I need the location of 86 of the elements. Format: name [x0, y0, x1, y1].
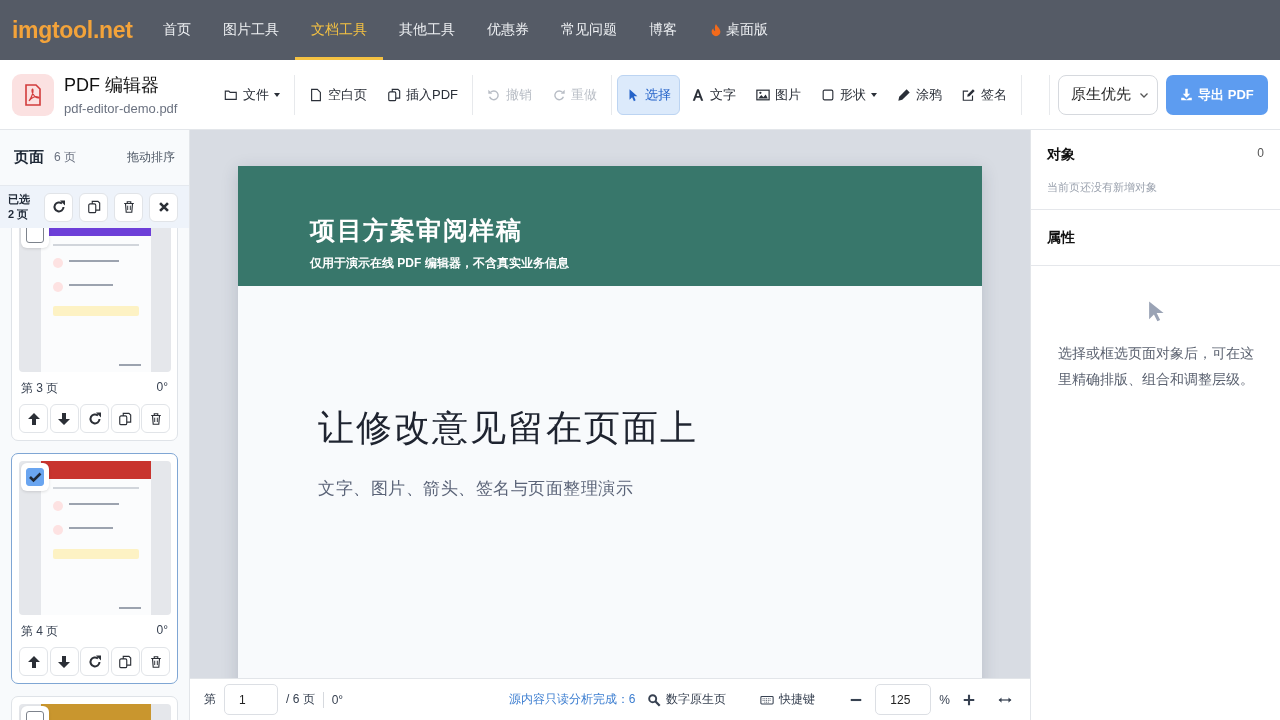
empty-properties-text: 选择或框选页面对象后，可在这里精确排版、组合和调整层级。 [1056, 344, 1255, 389]
delete-button[interactable] [141, 647, 170, 676]
mode-select[interactable]: 原生优先 [1058, 74, 1158, 115]
rotate-button[interactable] [80, 404, 109, 433]
rotate-button[interactable] [44, 192, 73, 222]
delete-button[interactable] [141, 404, 170, 433]
nav-link[interactable]: 首页 [146, 0, 207, 60]
trash-icon [148, 411, 163, 426]
page-total: / 6 页 [286, 691, 315, 708]
page-label: 第 3 页 [21, 380, 59, 397]
move-up-button[interactable] [19, 647, 48, 676]
move-up-button[interactable] [19, 404, 48, 433]
document-heading: 让修改意见留在页面上 [318, 406, 699, 450]
trash-icon [148, 654, 163, 669]
page-checkbox[interactable] [21, 463, 49, 491]
section-title: 属性 [1047, 229, 1075, 245]
page-card[interactable]: 第 4 页 0° [11, 453, 178, 684]
page-label: 第 4 页 [21, 623, 59, 640]
redo-icon [552, 87, 566, 102]
toolbar-button[interactable]: 插入PDF [378, 74, 467, 115]
zoom-field[interactable]: 125 [875, 684, 932, 715]
document-subtitle: 仅用于演示在线 PDF 编辑器，不含真实业务信息 [310, 255, 570, 272]
pdf-file-icon [12, 73, 54, 116]
toolbar-button[interactable]: 图片 [747, 74, 810, 115]
panel-title: 页面 [14, 148, 44, 167]
nav-link[interactable]: 桌面版 [692, 0, 784, 60]
blank-page-icon [309, 87, 323, 102]
rotation-value: 0° [331, 692, 344, 707]
file-name: pdf-editor-demo.pdf [64, 101, 178, 116]
pencil-icon [897, 87, 911, 102]
rotation-value: 0° [156, 380, 168, 396]
duplicate-button[interactable] [110, 647, 140, 676]
document-subheading: 文字、图片、箭头、签名与页面整理演示 [318, 478, 634, 500]
image-icon [756, 87, 770, 102]
copy-icon [118, 411, 132, 426]
toolbar-button[interactable]: 文件 [215, 74, 289, 115]
clear-selection-button[interactable] [149, 192, 178, 222]
nav-link[interactable]: 常见问题 [544, 0, 633, 60]
arrow-down-icon [56, 410, 72, 427]
nav-link[interactable]: 博客 [632, 0, 693, 60]
copy-icon [118, 654, 132, 669]
download-icon [1180, 88, 1194, 101]
move-down-button[interactable] [49, 647, 79, 676]
delete-button[interactable] [114, 192, 143, 222]
nav-link[interactable]: 优惠券 [470, 0, 545, 60]
move-down-button[interactable] [49, 404, 79, 433]
toolbar-button[interactable]: 形状 [812, 74, 886, 115]
page-type-button[interactable]: 数字原生页 [643, 691, 731, 708]
signature-icon [962, 87, 976, 102]
copy-icon [86, 200, 101, 214]
check-icon [28, 470, 42, 484]
duplicate-button[interactable] [110, 404, 140, 433]
sort-hint: 拖动排序 [127, 149, 175, 166]
folder-icon [224, 87, 238, 102]
page-card[interactable]: 第 3 页 0° [11, 228, 178, 441]
text-icon [691, 87, 705, 102]
page-prefix: 第 [204, 691, 216, 708]
object-count: 0 [1257, 146, 1264, 162]
nav-link[interactable]: 其他工具 [382, 0, 471, 60]
arrow-down-icon [56, 653, 72, 670]
rotate-button[interactable] [80, 647, 109, 676]
app-title: PDF 编辑器 [64, 74, 160, 97]
toolbar-button[interactable]: 签名 [953, 74, 1016, 115]
shortcuts-button[interactable]: 快捷键 [756, 691, 820, 708]
search-icon [647, 692, 662, 707]
empty-objects-text: 当前页还没有新增对象 [1047, 180, 1158, 195]
toolbar-button[interactable]: 选择 [617, 74, 680, 115]
section-title: 对象 [1047, 146, 1075, 164]
rotation-value: 0° [156, 623, 168, 639]
toolbar-button[interactable]: 涂鸦 [888, 74, 951, 115]
toolbar-button[interactable]: 文字 [682, 74, 745, 115]
page-checkbox[interactable] [21, 228, 49, 248]
toolbar-button[interactable]: 空白页 [300, 74, 376, 115]
page-number-field[interactable]: 1 [224, 684, 278, 715]
zoom-unit: % [939, 692, 950, 707]
square-icon [821, 87, 835, 102]
selection-count: 已选 2 页 [8, 192, 31, 222]
document-title: 项目方案审阅样稿 [310, 215, 523, 246]
analysis-status: 源内容只读分析完成：6 [508, 691, 636, 708]
duplicate-button[interactable] [79, 192, 108, 222]
copy-icon [387, 87, 401, 102]
nav-link[interactable]: 图片工具 [206, 0, 295, 60]
trash-icon [121, 200, 136, 214]
plus-icon [962, 692, 976, 707]
undo-icon [487, 87, 501, 102]
page-count: 6 页 [54, 149, 76, 166]
